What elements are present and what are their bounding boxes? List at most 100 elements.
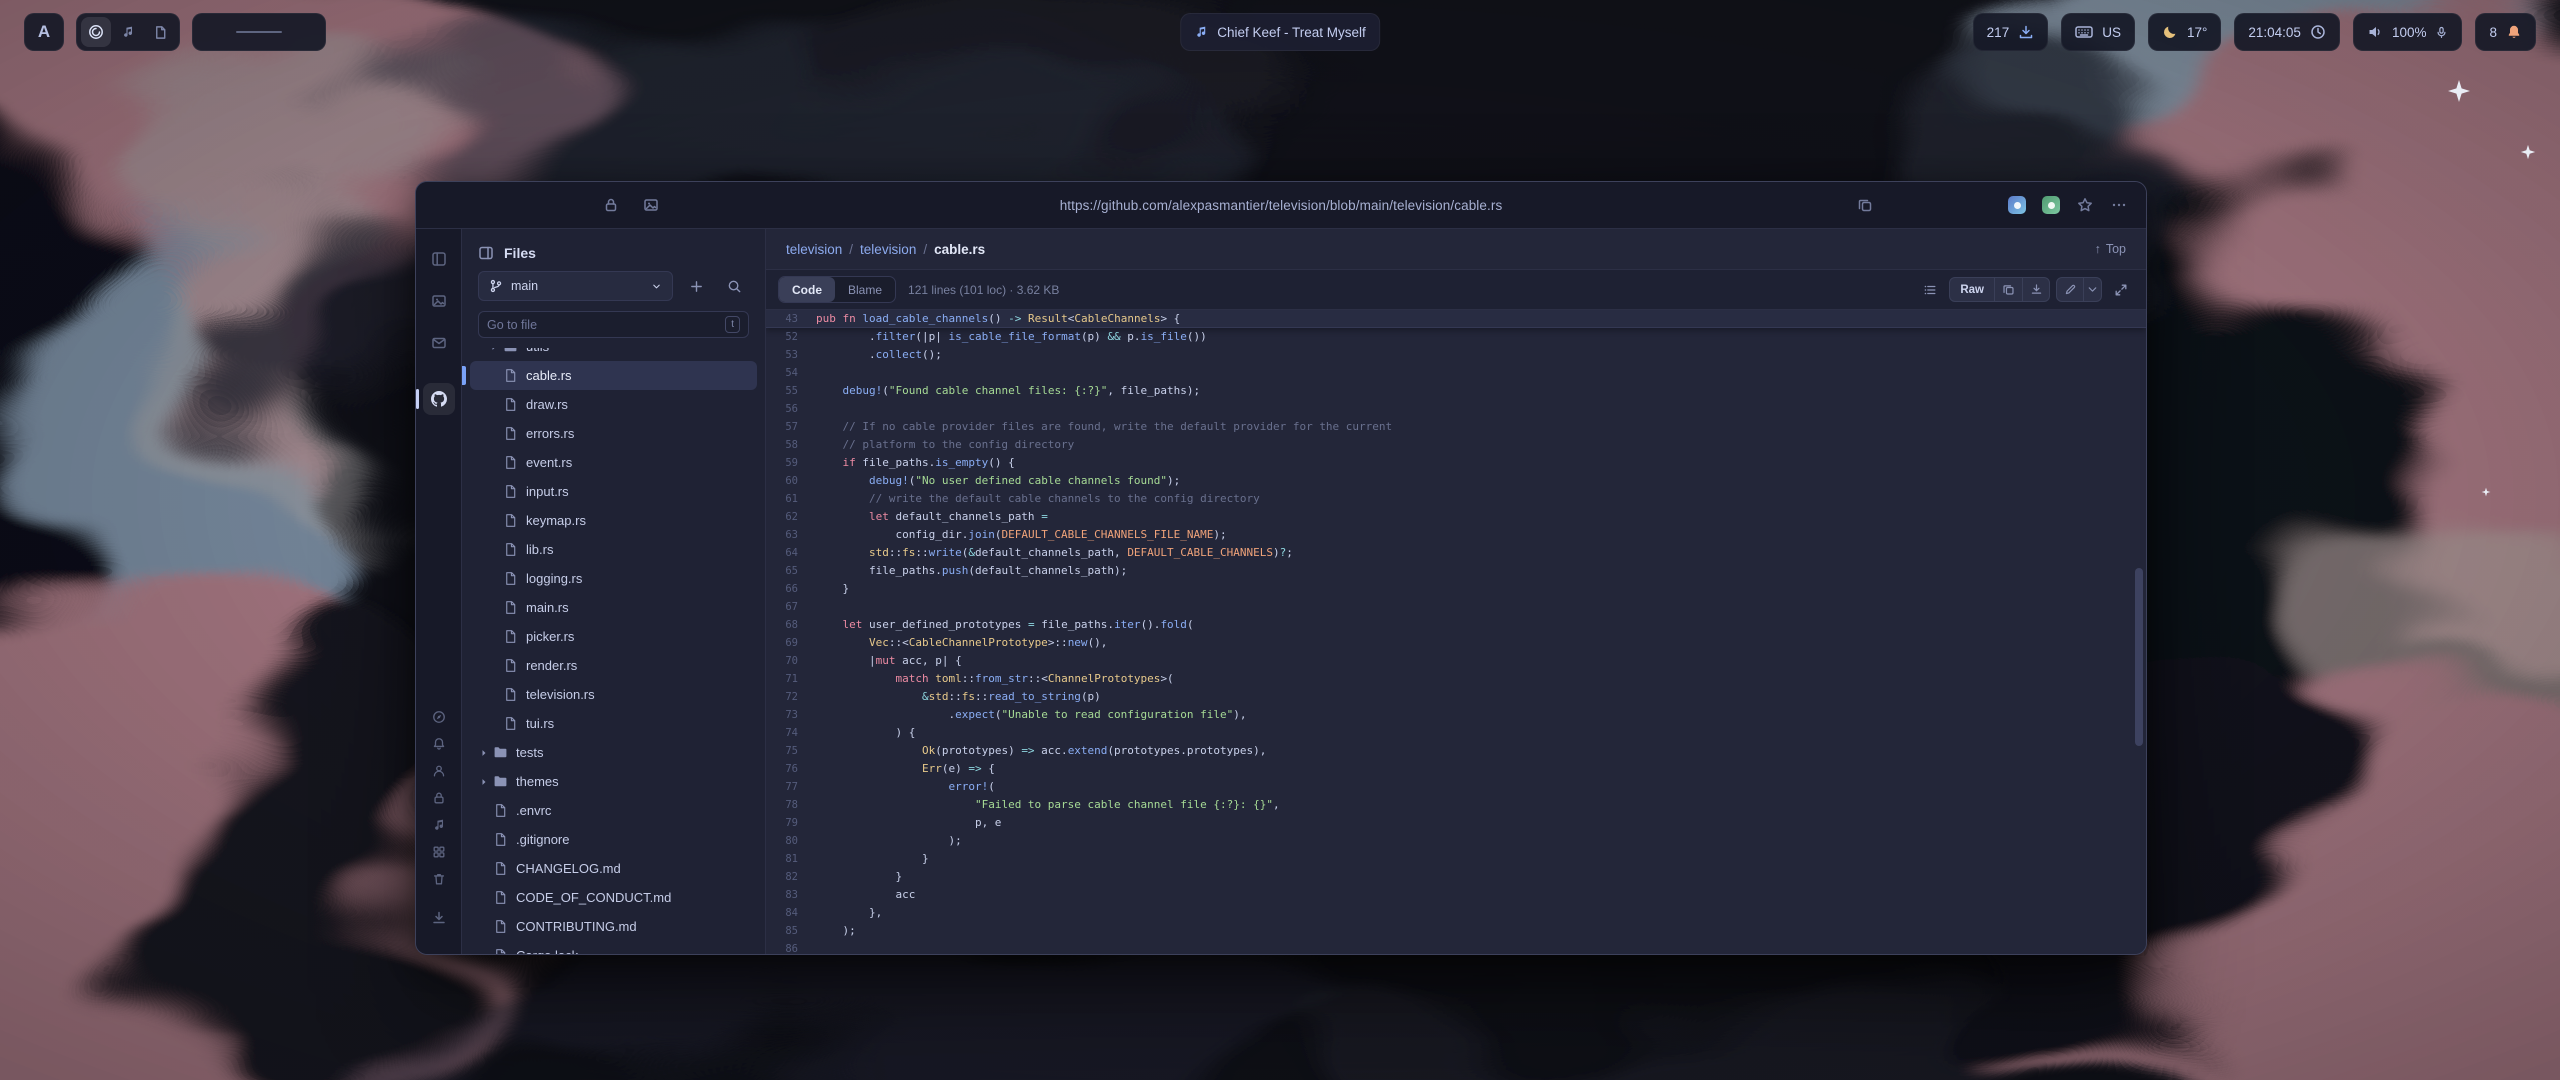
download-raw-icon[interactable] xyxy=(2022,278,2049,301)
grid-icon[interactable] xyxy=(426,840,452,864)
branch-selector[interactable]: main xyxy=(478,271,673,301)
tree-item-file[interactable]: tui.rs xyxy=(470,709,757,738)
line-number[interactable]: 73 xyxy=(766,706,816,724)
search-files-button[interactable] xyxy=(719,271,749,301)
copy-link-icon[interactable] xyxy=(1852,192,1878,218)
line-number[interactable]: 82 xyxy=(766,868,816,886)
audio-widget[interactable]: 100% xyxy=(2353,13,2463,51)
github-tab[interactable] xyxy=(423,383,455,415)
bell-small-icon[interactable] xyxy=(426,732,452,756)
line-number[interactable]: 64 xyxy=(766,544,816,562)
line-number[interactable]: 72 xyxy=(766,688,816,706)
back-to-top-link[interactable]: ↑ Top xyxy=(2095,242,2126,256)
tree-item-file[interactable]: CONTRIBUTING.md xyxy=(470,912,757,941)
raw-button[interactable]: Raw xyxy=(1950,278,1995,301)
tree-item-file[interactable]: render.rs xyxy=(470,651,757,680)
edit-pencil-icon[interactable] xyxy=(2057,278,2083,301)
tree-item-file[interactable]: .envrc xyxy=(470,796,757,825)
line-number[interactable]: 66 xyxy=(766,580,816,598)
blame-tab[interactable]: Blame xyxy=(835,277,895,302)
updates-widget[interactable]: 217 xyxy=(1973,13,2049,51)
line-number[interactable]: 69 xyxy=(766,634,816,652)
line-number[interactable]: 55 xyxy=(766,382,816,400)
line-number[interactable]: 68 xyxy=(766,616,816,634)
breadcrumb-repo-link[interactable]: television xyxy=(786,242,842,257)
gallery-icon[interactable] xyxy=(423,285,455,317)
tree-item-file[interactable]: Cargo.lock xyxy=(470,941,757,954)
workspace-music-button[interactable] xyxy=(113,17,143,47)
tree-item-file[interactable]: CHANGELOG.md xyxy=(470,854,757,883)
line-number[interactable]: 76 xyxy=(766,760,816,778)
person-icon[interactable] xyxy=(426,759,452,783)
chevron-right-icon[interactable] xyxy=(478,776,493,788)
line-number[interactable]: 74 xyxy=(766,724,816,742)
line-number[interactable]: 43 xyxy=(766,310,816,327)
tree-item-file[interactable]: keymap.rs xyxy=(470,506,757,535)
screenshot-icon[interactable] xyxy=(638,192,664,218)
tree-item-file[interactable]: draw.rs xyxy=(470,390,757,419)
line-number[interactable]: 58 xyxy=(766,436,816,454)
line-number[interactable]: 78 xyxy=(766,796,816,814)
tree-item-file[interactable]: television.rs xyxy=(470,680,757,709)
sidebar-toggle-icon[interactable] xyxy=(423,243,455,275)
extension-green-icon[interactable] xyxy=(2038,192,2064,218)
line-number[interactable]: 79 xyxy=(766,814,816,832)
line-number[interactable]: 65 xyxy=(766,562,816,580)
line-number[interactable]: 53 xyxy=(766,346,816,364)
line-number[interactable]: 75 xyxy=(766,742,816,760)
line-number[interactable]: 57 xyxy=(766,418,816,436)
tree-item-folder[interactable]: utils xyxy=(470,348,757,361)
tree-item-file[interactable]: CODE_OF_CONDUCT.md xyxy=(470,883,757,912)
tree-item-file[interactable]: input.rs xyxy=(470,477,757,506)
tree-item-file[interactable]: main.rs xyxy=(470,593,757,622)
url-bar[interactable]: https://github.com/alexpasmantier/televi… xyxy=(1060,198,1503,213)
bookmark-star-icon[interactable] xyxy=(2072,192,2098,218)
line-number[interactable]: 52 xyxy=(766,328,816,346)
tree-item-file[interactable]: .gitignore xyxy=(470,825,757,854)
media-player-widget[interactable]: Chief Keef - Treat Myself xyxy=(1180,13,1380,51)
line-number[interactable]: 62 xyxy=(766,508,816,526)
launcher-button[interactable]: A xyxy=(24,13,64,51)
workspace-files-button[interactable] xyxy=(145,17,175,47)
tree-item-file[interactable]: errors.rs xyxy=(470,419,757,448)
line-number[interactable]: 71 xyxy=(766,670,816,688)
collapse-sidebar-icon[interactable] xyxy=(478,245,494,261)
add-file-button[interactable] xyxy=(681,271,711,301)
extension-blue-icon[interactable] xyxy=(2004,192,2030,218)
weather-widget[interactable]: 17° xyxy=(2148,13,2221,51)
line-number[interactable]: 70 xyxy=(766,652,816,670)
menu-dots-icon[interactable] xyxy=(2106,192,2132,218)
line-number[interactable]: 84 xyxy=(766,904,816,922)
line-number[interactable]: 54 xyxy=(766,364,816,382)
tree-item-file[interactable]: cable.rs xyxy=(470,361,757,390)
edit-dropdown-caret[interactable] xyxy=(2083,278,2101,301)
tree-item-folder[interactable]: themes xyxy=(470,767,757,796)
code-tab[interactable]: Code xyxy=(779,277,835,302)
tree-item-file[interactable]: event.rs xyxy=(470,448,757,477)
notifications-widget[interactable]: 8 xyxy=(2475,13,2536,51)
chevron-right-icon[interactable] xyxy=(478,747,493,759)
tree-item-file[interactable]: picker.rs xyxy=(470,622,757,651)
lock-icon[interactable] xyxy=(598,192,624,218)
clock-widget[interactable]: 21:04:05 xyxy=(2234,13,2340,51)
line-number[interactable]: 83 xyxy=(766,886,816,904)
expand-panel-icon[interactable] xyxy=(2108,278,2134,302)
line-number[interactable]: 56 xyxy=(766,400,816,418)
line-number[interactable]: 59 xyxy=(766,454,816,472)
goto-file-input[interactable] xyxy=(487,318,719,332)
trash-icon[interactable] xyxy=(426,867,452,891)
breadcrumb-dir-link[interactable]: television xyxy=(860,242,916,257)
tree-item-folder[interactable]: tests xyxy=(470,738,757,767)
workspace-browser-button[interactable] xyxy=(81,17,111,47)
tree-item-file[interactable]: logging.rs xyxy=(470,564,757,593)
scrollbar[interactable] xyxy=(2135,314,2143,950)
line-number[interactable]: 86 xyxy=(766,940,816,954)
music-small-icon[interactable] xyxy=(426,813,452,837)
scrollbar-thumb[interactable] xyxy=(2135,568,2143,746)
downloads-icon[interactable] xyxy=(423,902,455,934)
line-number[interactable]: 67 xyxy=(766,598,816,616)
mail-icon[interactable] xyxy=(423,327,455,359)
line-number[interactable]: 61 xyxy=(766,490,816,508)
line-number[interactable]: 80 xyxy=(766,832,816,850)
line-number[interactable]: 77 xyxy=(766,778,816,796)
